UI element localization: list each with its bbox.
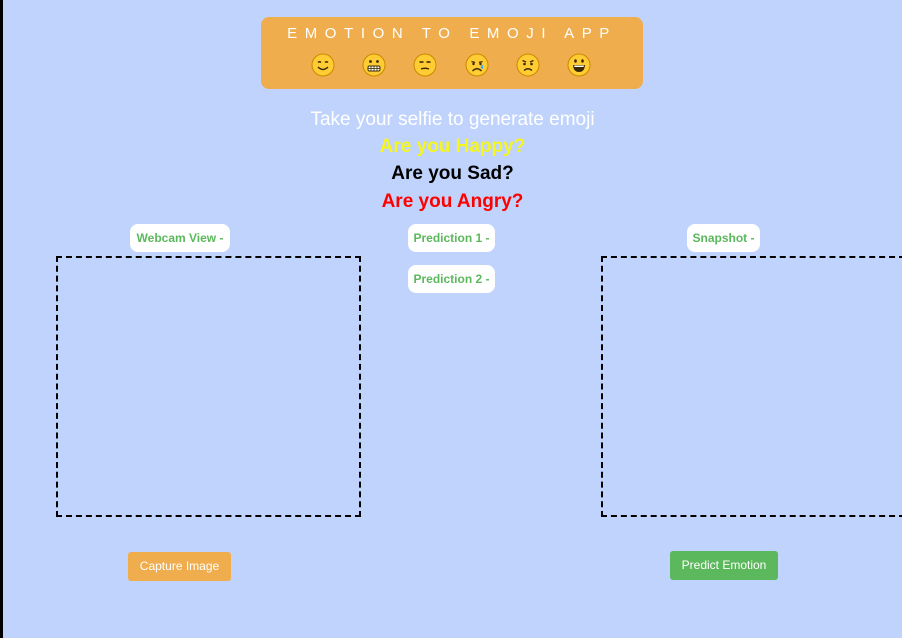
predict-emotion-button[interactable]: Predict Emotion [670, 551, 778, 580]
tagline: Take your selfie to generate emoji [310, 109, 595, 130]
question-angry: Are you Angry? [381, 191, 524, 212]
grimacing-face-icon [362, 53, 386, 77]
emoji-row [311, 53, 591, 77]
grinning-face-icon [567, 53, 591, 77]
frowning-face-icon [516, 53, 540, 77]
webcam-view-label: Webcam View - [130, 224, 230, 252]
snapshot-frame [601, 256, 902, 517]
app-header: EMOTION TO EMOJI APP [261, 17, 643, 89]
crying-face-icon [465, 53, 489, 77]
question-sad: Are you Sad? [391, 163, 514, 184]
capture-image-button[interactable]: Capture Image [128, 552, 231, 581]
webcam-view-frame [56, 256, 361, 517]
app-title: EMOTION TO EMOJI APP [287, 25, 617, 42]
prediction-2-label: Prediction 2 - [408, 265, 495, 293]
prediction-1-label: Prediction 1 - [408, 224, 495, 252]
smiling-face-icon [311, 53, 335, 77]
question-happy: Are you Happy? [379, 136, 526, 157]
snapshot-label: Snapshot - [687, 224, 760, 252]
unamused-face-icon [413, 53, 437, 77]
